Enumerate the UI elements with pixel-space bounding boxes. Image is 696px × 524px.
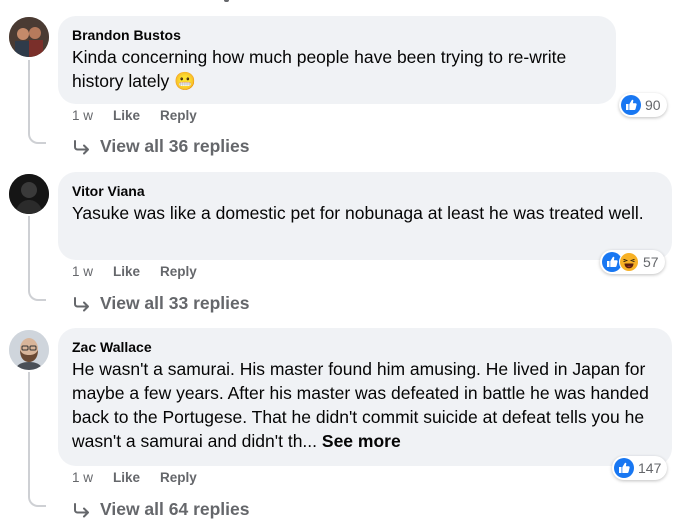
reaction-summary[interactable]: 57 <box>600 250 665 274</box>
reaction-count: 147 <box>638 460 662 476</box>
reaction-summary[interactable]: 90 <box>619 93 667 117</box>
comment-actions: 1 w Like Reply <box>72 108 197 123</box>
comment-text: Yasuke was like a domestic pet for nobun… <box>72 203 644 223</box>
haha-reaction-icon <box>619 252 639 272</box>
reaction-count: 57 <box>643 254 659 270</box>
reply-button[interactable]: Reply <box>160 264 197 279</box>
reply-button[interactable]: Reply <box>160 108 197 123</box>
like-reaction-icon <box>621 95 641 115</box>
avatar[interactable] <box>9 174 49 214</box>
reply-button[interactable]: Reply <box>160 470 197 485</box>
thread-elbow <box>28 128 46 144</box>
view-replies-button[interactable]: View all 64 replies <box>72 499 250 520</box>
like-button[interactable]: Like <box>113 264 140 279</box>
see-more-link[interactable]: See more <box>322 431 401 451</box>
thread-line <box>28 216 30 286</box>
like-button[interactable]: Like <box>113 108 140 123</box>
comment-bubble: Zac Wallace He wasn't a samurai. His mas… <box>58 328 672 466</box>
thread-line <box>28 372 30 492</box>
reaction-count: 90 <box>645 97 661 113</box>
like-button[interactable]: Like <box>113 470 140 485</box>
comment-text: He wasn't a samurai. His master found hi… <box>72 359 649 451</box>
comment-timestamp[interactable]: 1 w <box>72 264 93 279</box>
view-replies-button[interactable]: View all 36 replies <box>72 136 250 157</box>
reply-arrow-icon <box>74 502 89 517</box>
comment-actions: 1 w Like Reply <box>72 470 197 485</box>
view-replies-label: View all 64 replies <box>100 499 250 519</box>
comment-author[interactable]: Vitor Viana <box>72 181 658 201</box>
view-replies-label: View all 36 replies <box>100 136 250 156</box>
like-reaction-icon <box>614 458 634 478</box>
comment-timestamp[interactable]: 1 w <box>72 470 93 485</box>
view-replies-button[interactable]: View all 33 replies <box>72 293 250 314</box>
thread-line <box>28 60 30 130</box>
top-scroll-stub <box>224 0 229 2</box>
comment-author[interactable]: Brandon Bustos <box>72 25 602 45</box>
avatar[interactable] <box>9 17 49 57</box>
reply-arrow-icon <box>74 296 89 311</box>
comment-bubble: Vitor Viana Yasuke was like a domestic p… <box>58 172 672 260</box>
view-replies-label: View all 33 replies <box>100 293 250 313</box>
avatar[interactable] <box>9 330 49 370</box>
comment-author[interactable]: Zac Wallace <box>72 337 658 357</box>
comment-actions: 1 w Like Reply <box>72 264 197 279</box>
comment-bubble: Brandon Bustos Kinda concerning how much… <box>58 16 616 104</box>
reply-arrow-icon <box>74 139 89 154</box>
thread-elbow <box>28 285 46 301</box>
comment-text: Kinda concerning how much people have be… <box>72 47 567 91</box>
grimace-emoji-icon: 😬 <box>174 71 196 91</box>
thread-elbow <box>28 491 46 507</box>
comment-timestamp[interactable]: 1 w <box>72 108 93 123</box>
reaction-summary[interactable]: 147 <box>612 456 668 480</box>
